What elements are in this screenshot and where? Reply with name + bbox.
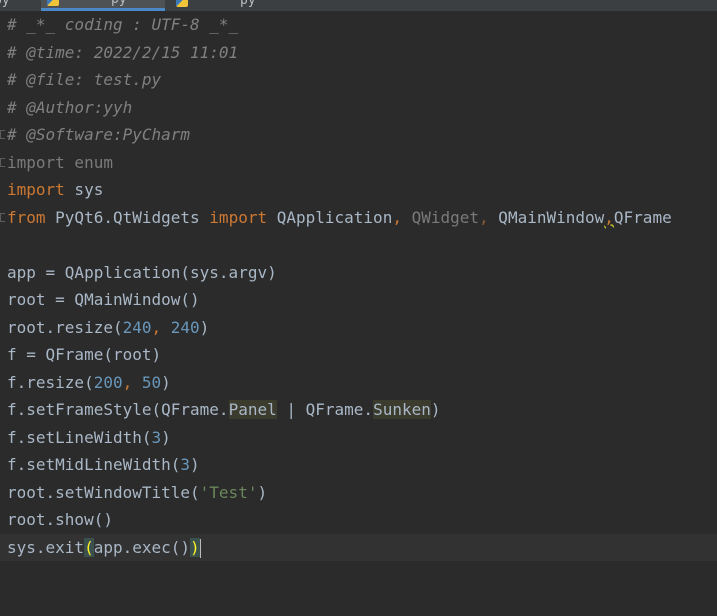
code-line: # @file: test.py: [0, 66, 717, 94]
code-text: root.resize(: [7, 317, 123, 337]
code-line: # _*_ coding : UTF-8 _*_: [0, 11, 717, 39]
number-literal: 240: [122, 317, 152, 337]
string-literal: 'Test': [199, 482, 258, 502]
code-line: root.setWindowTitle('Test'): [0, 479, 717, 507]
code-line: f.resize(200, 50): [0, 369, 717, 397]
highlighted-attribute: Sunken: [373, 400, 431, 419]
comment-text: # @time: 2022/2/15 11:01: [7, 42, 239, 62]
code-line: root = QMainWindow(): [0, 286, 717, 314]
code-line: from PyQt6.QtWidgets import QApplication…: [0, 204, 717, 232]
code-text: ): [161, 427, 171, 447]
code-line: import sys: [0, 176, 717, 204]
import-name: QFrame: [613, 207, 672, 227]
number-literal: 200: [93, 372, 123, 392]
fold-marker-icon[interactable]: [0, 130, 5, 139]
number-literal: 240: [170, 317, 200, 337]
import-name: QApplication: [267, 207, 393, 227]
tab-label: py: [0, 0, 10, 8]
code-text: ): [190, 455, 200, 474]
comment-text: # _*_ coding : UTF-8 _*_: [7, 15, 239, 34]
code-text: f.resize(: [7, 372, 94, 392]
tab-label: py: [240, 0, 256, 8]
code-line: f = QFrame(root): [0, 341, 717, 369]
fold-marker-icon[interactable]: [0, 212, 5, 222]
python-file-icon: [176, 0, 188, 7]
keyword-from: from: [7, 207, 46, 227]
editor-tab-active[interactable]: py: [41, 0, 165, 11]
code-editor[interactable]: # _*_ coding : UTF-8 _*_ # @time: 2022/2…: [0, 11, 717, 564]
number-literal: 3: [151, 427, 162, 447]
code-text: sys.exit: [7, 537, 85, 557]
code-line: f.setLineWidth(3): [0, 424, 717, 452]
code-line: # @time: 2022/2/15 11:01: [0, 39, 717, 67]
code-line: root.resize(240, 240): [0, 314, 717, 342]
keyword-import: import: [209, 207, 268, 227]
code-text: root.setWindowTitle(: [7, 482, 200, 502]
code-text: ): [430, 400, 441, 419]
comma: ,: [151, 317, 171, 337]
code-text: root.show(): [7, 510, 113, 529]
code-line: # @Software:PyCharm: [0, 121, 717, 149]
comma-warning: ,: [604, 207, 614, 227]
comment-text: # @Author:yyh: [7, 97, 133, 117]
code-text: f = QFrame(root): [7, 345, 162, 364]
code-text: app = QApplication(sys.argv): [7, 262, 277, 282]
code-text: f.setMidLineWidth(: [7, 455, 181, 474]
code-text: ): [199, 317, 210, 337]
code-line: root.show(): [0, 506, 717, 534]
editor-tab-bar: py py py: [0, 0, 717, 11]
text-caret: [199, 538, 201, 558]
current-code-line: sys.exit(app.exec()): [0, 533, 717, 561]
import-name: QMainWindow: [488, 207, 605, 227]
code-text: root = QMainWindow(): [7, 290, 200, 309]
code-text: f.setFrameStyle(QFrame.: [7, 400, 229, 419]
number-literal: 3: [180, 455, 191, 474]
code-text: | QFrame.: [276, 400, 374, 419]
code-text: f.setLineWidth(: [7, 427, 152, 447]
matched-bracket: (: [84, 537, 94, 557]
comma: ,: [392, 207, 402, 227]
fold-marker-icon[interactable]: [0, 157, 5, 167]
matched-bracket: ): [190, 537, 200, 557]
module-name: enum: [64, 152, 113, 172]
keyword-import: import: [7, 180, 65, 199]
module-name: PyQt6.QtWidgets: [45, 207, 210, 227]
keyword-import: import: [7, 152, 65, 172]
code-line: # @Author:yyh: [0, 94, 717, 122]
code-line: f.setFrameStyle(QFrame.Panel | QFrame.Su…: [0, 396, 717, 424]
code-text: ): [161, 372, 171, 392]
number-literal: 50: [141, 372, 162, 392]
comment-text: # @file: test.py: [7, 70, 162, 89]
import-name-unused: QWidget: [401, 207, 480, 227]
editor-tab[interactable]: py: [176, 0, 256, 11]
tab-label: py: [111, 0, 127, 10]
comma: ,: [122, 372, 142, 392]
code-line: import enum: [0, 149, 717, 177]
module-name: sys: [64, 180, 104, 199]
code-text: ): [257, 482, 268, 502]
python-file-icon: [47, 0, 59, 6]
comma: ,: [479, 207, 489, 227]
editor-tab[interactable]: py: [0, 0, 12, 11]
highlighted-attribute: Panel: [228, 400, 277, 419]
code-line: f.setMidLineWidth(3): [0, 451, 717, 479]
comment-text: # @Software:PyCharm: [7, 125, 191, 144]
code-text: app.exec(): [93, 537, 191, 557]
code-line: app = QApplication(sys.argv): [0, 259, 717, 287]
